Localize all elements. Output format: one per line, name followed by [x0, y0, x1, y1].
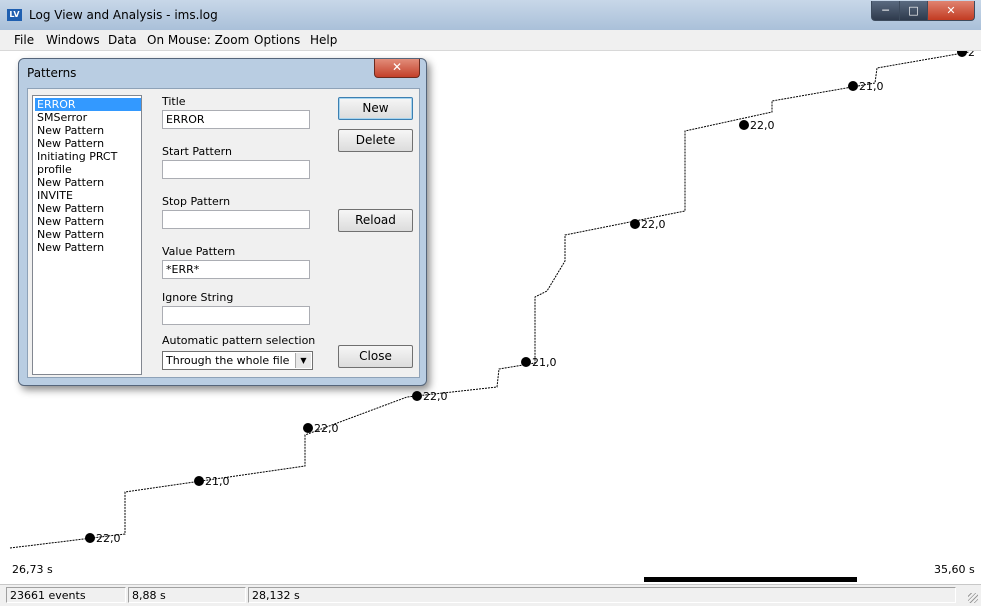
- time-scrollbar-thumb[interactable]: [644, 577, 857, 582]
- ignore-string-input[interactable]: [162, 306, 310, 325]
- start-pattern-label: Start Pattern: [162, 145, 232, 158]
- title-bar[interactable]: LV Log View and Analysis - ims.log ─ □ ✕: [0, 0, 981, 30]
- stop-pattern-label: Stop Pattern: [162, 195, 231, 208]
- pattern-list-item[interactable]: New Pattern: [35, 124, 141, 137]
- pattern-list-item[interactable]: profile: [35, 163, 141, 176]
- minimize-button[interactable]: ─: [871, 1, 900, 21]
- data-point-marker[interactable]: [85, 533, 95, 543]
- data-point-marker[interactable]: [194, 476, 204, 486]
- data-point-label: 21,0: [205, 475, 230, 488]
- pattern-list-item[interactable]: New Pattern: [35, 228, 141, 241]
- chevron-down-icon[interactable]: ▼: [295, 353, 311, 368]
- data-point-label: 22,0: [750, 119, 775, 132]
- auto-selection-dropdown[interactable]: Through the whole file ▼: [162, 351, 313, 370]
- pattern-list-item[interactable]: Initiating PRCT: [35, 150, 141, 163]
- stop-pattern-input[interactable]: [162, 210, 310, 229]
- data-point-label: 22,0: [96, 532, 121, 545]
- menu-on-mouse-zoom[interactable]: On Mouse: Zoom: [147, 33, 249, 47]
- data-point-label: 21,0: [532, 356, 557, 369]
- data-point-label: 2: [968, 51, 975, 59]
- reload-button[interactable]: Reload: [338, 209, 413, 232]
- dialog-body: ERROR SMSerror New Pattern New Pattern Initi…: [27, 88, 420, 378]
- menu-windows[interactable]: Windows: [46, 33, 100, 47]
- pattern-list-item[interactable]: New Pattern: [35, 215, 141, 228]
- x-start-label: 26,73 s: [12, 563, 53, 576]
- value-pattern-label: Value Pattern: [162, 245, 236, 258]
- menu-help[interactable]: Help: [310, 33, 337, 47]
- pattern-list-item[interactable]: INVITE: [35, 189, 141, 202]
- window-title: Log View and Analysis - ims.log: [29, 8, 218, 22]
- menu-options[interactable]: Options: [254, 33, 300, 47]
- auto-selection-value: Through the whole file: [166, 354, 290, 367]
- app-icon[interactable]: LV: [7, 9, 22, 21]
- close-dialog-button[interactable]: Close: [338, 345, 413, 368]
- pattern-list-item[interactable]: ERROR: [35, 98, 141, 111]
- data-point-marker[interactable]: [521, 357, 531, 367]
- maximize-button[interactable]: □: [899, 1, 928, 21]
- data-point-marker[interactable]: [739, 120, 749, 130]
- value-pattern-input[interactable]: *ERR*: [162, 260, 310, 279]
- menu-bar: File Windows Data On Mouse: Zoom Options…: [0, 30, 981, 51]
- pattern-list-item[interactable]: New Pattern: [35, 176, 141, 189]
- title-input[interactable]: ERROR: [162, 110, 310, 129]
- data-point-marker[interactable]: [303, 423, 313, 433]
- menu-data[interactable]: Data: [108, 33, 137, 47]
- status-events: 23661 events: [6, 587, 126, 603]
- pattern-list-item[interactable]: New Pattern: [35, 137, 141, 150]
- delete-button[interactable]: Delete: [338, 129, 413, 152]
- dialog-title: Patterns: [27, 66, 77, 80]
- dialog-close-button[interactable]: ✕: [374, 59, 420, 78]
- pattern-list-item[interactable]: New Pattern: [35, 202, 141, 215]
- data-point-label: 21,0: [859, 80, 884, 93]
- auto-selection-label: Automatic pattern selection: [162, 334, 316, 347]
- new-button[interactable]: New: [338, 97, 413, 120]
- status-position: 28,132 s: [248, 587, 956, 603]
- status-bar: 23661 events 8,88 s 28,132 s: [0, 584, 981, 606]
- data-point-label: 22,0: [641, 218, 666, 231]
- start-pattern-input[interactable]: [162, 160, 310, 179]
- data-point-marker[interactable]: [630, 219, 640, 229]
- x-end-label: 35,60 s: [934, 563, 975, 576]
- close-button[interactable]: ✕: [927, 1, 975, 21]
- patterns-dialog: Patterns ✕ ERROR SMSerror New Pattern New P…: [18, 58, 427, 386]
- data-point-label: 22,0: [423, 390, 448, 403]
- pattern-list-item[interactable]: SMSerror: [35, 111, 141, 124]
- status-duration: 8,88 s: [128, 587, 246, 603]
- data-point-label: 22,0: [314, 422, 339, 435]
- resize-grip-icon[interactable]: [968, 593, 978, 603]
- data-point-marker[interactable]: [412, 391, 422, 401]
- data-point-marker[interactable]: [848, 81, 858, 91]
- pattern-list-item[interactable]: New Pattern: [35, 241, 141, 254]
- ignore-string-label: Ignore String: [162, 291, 234, 304]
- data-point-marker[interactable]: [957, 51, 967, 57]
- menu-file[interactable]: File: [14, 33, 34, 47]
- title-label: Title: [162, 95, 186, 108]
- pattern-list[interactable]: ERROR SMSerror New Pattern New Pattern Initi…: [32, 95, 142, 375]
